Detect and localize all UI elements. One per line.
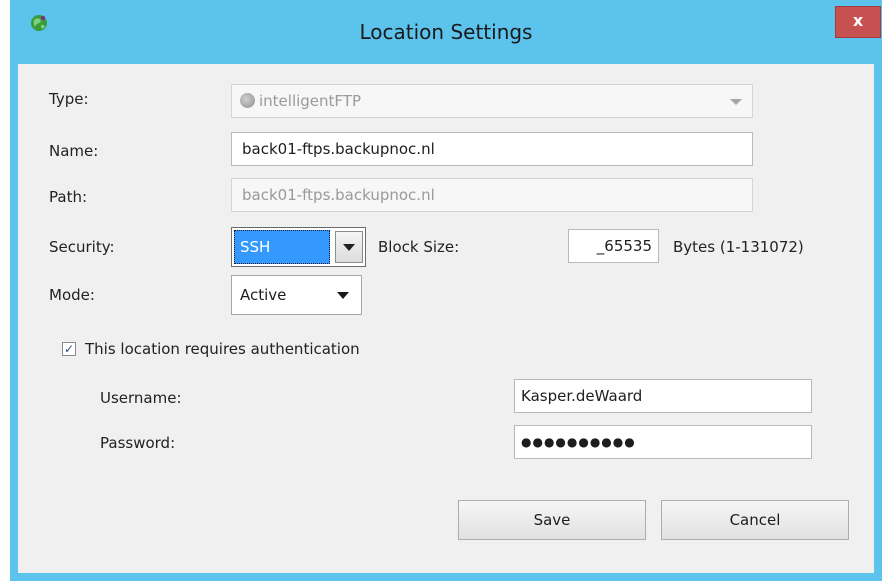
block-size-unit: Bytes (1-131072) (673, 238, 804, 256)
chevron-down-icon (337, 292, 349, 299)
block-size-label: Block Size: (378, 238, 460, 256)
close-icon: x (852, 11, 864, 30)
mode-dropdown[interactable]: Active (231, 275, 362, 315)
chevron-down-icon (730, 99, 742, 105)
save-button[interactable]: Save (458, 500, 646, 540)
authentication-label[interactable]: This location requires authentication (85, 340, 360, 358)
chevron-down-icon[interactable] (335, 231, 363, 263)
type-label: Type: (49, 90, 89, 108)
cancel-button[interactable]: Cancel (661, 500, 849, 540)
security-label: Security: (49, 238, 115, 256)
security-dropdown[interactable]: SSH (231, 227, 366, 267)
name-input[interactable]: back01-ftps.backupnoc.nl (231, 132, 753, 166)
path-input: back01-ftps.backupnoc.nl (231, 178, 753, 212)
password-input[interactable]: ●●●●●●●●●● (514, 425, 812, 459)
password-label: Password: (100, 434, 176, 452)
username-label: Username: (100, 389, 182, 407)
type-value: intelligentFTP (259, 92, 361, 110)
close-button[interactable]: x (835, 6, 881, 38)
window-title: Location Settings (359, 20, 533, 44)
block-size-input[interactable]: _65535 (568, 229, 659, 263)
username-input[interactable]: Kasper.deWaard (514, 379, 812, 413)
name-label: Name: (49, 142, 99, 160)
authentication-checkbox[interactable]: ✓ (62, 342, 76, 356)
mode-label: Mode: (49, 286, 95, 304)
path-label: Path: (49, 188, 88, 206)
mode-value: Active (240, 286, 287, 304)
globe-icon (240, 93, 255, 108)
type-dropdown: intelligentFTP (231, 84, 753, 118)
security-value: SSH (234, 230, 330, 264)
title-bar[interactable]: Location Settings x (10, 0, 882, 64)
location-settings-dialog: Location Settings x Type: intelligentFTP… (10, 0, 882, 581)
dialog-body: Type: intelligentFTP Name: back01-ftps.b… (18, 64, 874, 573)
